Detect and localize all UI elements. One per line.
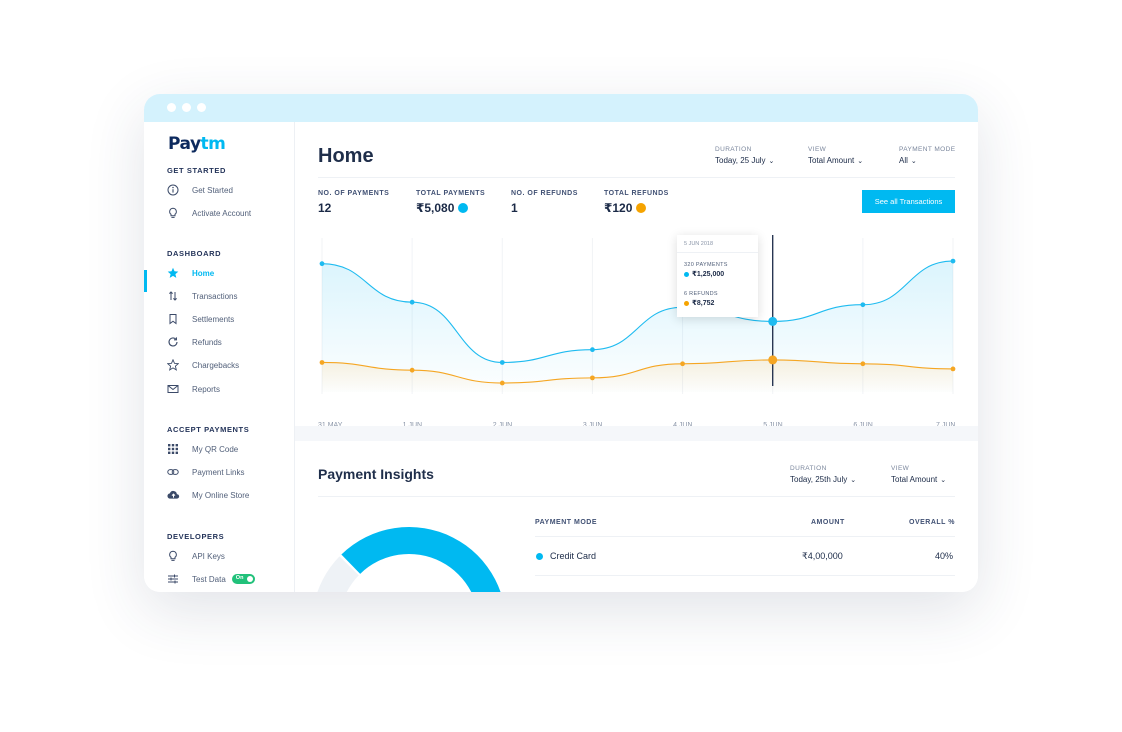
table-row-percent: 40% bbox=[935, 551, 954, 561]
sidebar-item-api-keys[interactable]: API Keys bbox=[166, 548, 291, 564]
test-data-toggle[interactable]: On bbox=[231, 574, 255, 584]
sidebar-item-settlements[interactable]: Settlements bbox=[166, 311, 291, 327]
series-1-point-0 bbox=[319, 360, 325, 365]
sidebar-item-label: Refunds bbox=[192, 337, 222, 347]
star-outline-icon bbox=[166, 358, 180, 372]
column-header-amount: AMOUNT bbox=[811, 519, 845, 526]
sidebar: Paytm GET STARTED Get Started Activate A… bbox=[144, 122, 295, 592]
window-dot-close[interactable] bbox=[167, 103, 176, 112]
bookmark-icon bbox=[166, 312, 180, 326]
series-1-point-7 bbox=[950, 366, 956, 372]
donut-slice-0 bbox=[341, 527, 501, 592]
link-icon bbox=[166, 465, 180, 479]
credit-card-dot bbox=[536, 552, 543, 560]
window-dot-maximize[interactable] bbox=[197, 103, 206, 112]
cloud-upload-icon bbox=[166, 488, 180, 502]
sidebar-item-refunds[interactable]: Refunds bbox=[166, 334, 291, 350]
chart-tooltip: 5 JUN 2018 320 PAYMENTS ₹1,25,000 6 REFU… bbox=[677, 235, 758, 317]
sidebar-item-label: Reports bbox=[192, 384, 221, 394]
sidebar-item-label: My QR Code bbox=[192, 444, 239, 454]
insights-duration-filter[interactable]: DURATION Today, 25th July ⌄ bbox=[790, 465, 856, 484]
column-header-overall-percent: OVERALL % bbox=[909, 519, 955, 526]
sidebar-item-activate-account[interactable]: Activate Account bbox=[166, 205, 291, 221]
sliders-icon bbox=[166, 572, 180, 586]
sidebar-item-label: API Keys bbox=[192, 551, 225, 561]
series-0-point-6 bbox=[860, 302, 866, 308]
sidebar-item-label: Test Data bbox=[192, 574, 226, 584]
sidebar-item-my-online-store[interactable]: My Online Store bbox=[166, 487, 291, 503]
series-1-point-1 bbox=[409, 367, 415, 373]
series-1-point-5 bbox=[768, 355, 778, 365]
star-filled-icon bbox=[166, 266, 180, 280]
column-header-payment-mode: PAYMENT MODE bbox=[535, 519, 598, 526]
insights-view-filter[interactable]: VIEW Total Amount ⌄ bbox=[891, 465, 946, 484]
section-title-developers: DEVELOPERS bbox=[167, 532, 225, 541]
series-1-point-6 bbox=[860, 361, 866, 367]
divider bbox=[535, 536, 955, 537]
sidebar-item-payment-links[interactable]: Payment Links bbox=[166, 464, 291, 480]
sidebar-item-label: Payment Links bbox=[192, 467, 245, 477]
divider bbox=[535, 575, 955, 576]
series-0-point-3 bbox=[590, 347, 595, 353]
sidebar-item-label: My Online Store bbox=[192, 490, 250, 500]
section-title-accept-payments: ACCEPT PAYMENTS bbox=[167, 425, 250, 434]
chevron-down-icon: ⌄ bbox=[850, 476, 857, 484]
window-titlebar bbox=[144, 94, 978, 122]
payments-line-chart bbox=[319, 235, 956, 394]
sidebar-item-label: Chargebacks bbox=[192, 360, 240, 370]
table-row-amount: ₹4,00,000 bbox=[802, 551, 843, 561]
main-content: Home DURATION Today, 25 July ⌄ VIEW Total… bbox=[295, 122, 978, 592]
bulb-icon bbox=[166, 549, 180, 563]
bulb-icon bbox=[166, 206, 180, 220]
sidebar-item-label: Transactions bbox=[192, 291, 238, 301]
chevron-down-icon: ⌄ bbox=[940, 476, 947, 484]
refresh-icon bbox=[166, 335, 180, 349]
sidebar-item-get-started[interactable]: Get Started bbox=[166, 182, 291, 198]
sidebar-item-test-data[interactable]: Test Data On bbox=[166, 571, 291, 587]
series-0-point-0 bbox=[319, 261, 325, 267]
series-0-point-7 bbox=[950, 258, 956, 264]
section-separator bbox=[295, 426, 978, 441]
section-title-get-started: GET STARTED bbox=[167, 166, 226, 175]
section-title-dashboard: DASHBOARD bbox=[167, 249, 222, 258]
app-window: Paytm GET STARTED Get Started Activate A… bbox=[144, 94, 978, 592]
paytm-logo[interactable]: Paytm bbox=[168, 134, 226, 154]
series-1-point-3 bbox=[590, 375, 595, 381]
window-dot-minimize[interactable] bbox=[182, 103, 191, 112]
series-0-point-5 bbox=[768, 316, 778, 326]
mail-icon bbox=[166, 382, 180, 396]
table-row-mode: Credit Card bbox=[536, 551, 596, 561]
sidebar-item-home[interactable]: Home bbox=[166, 265, 291, 281]
sidebar-item-label: Get Started bbox=[192, 185, 233, 195]
series-0-point-1 bbox=[409, 299, 415, 305]
divider bbox=[318, 496, 955, 497]
sidebar-item-label: Home bbox=[192, 268, 215, 278]
payment-mode-donut-chart bbox=[317, 527, 501, 592]
qr-grid-icon bbox=[166, 442, 180, 456]
sidebar-item-my-qr-code[interactable]: My QR Code bbox=[166, 441, 291, 457]
sidebar-item-label: Settlements bbox=[192, 314, 235, 324]
series-1-point-2 bbox=[499, 380, 505, 386]
arrows-updown-icon bbox=[166, 289, 180, 303]
sidebar-item-transactions[interactable]: Transactions bbox=[166, 288, 291, 304]
series-0-point-2 bbox=[499, 360, 505, 365]
series-1-point-4 bbox=[680, 361, 685, 367]
info-icon bbox=[166, 183, 180, 197]
sidebar-item-reports[interactable]: Reports bbox=[166, 381, 291, 397]
active-indicator bbox=[144, 270, 147, 292]
sidebar-item-chargebacks[interactable]: Chargebacks bbox=[166, 357, 291, 373]
sidebar-item-label: Activate Account bbox=[192, 208, 252, 218]
insights-title: Payment Insights bbox=[318, 466, 434, 482]
